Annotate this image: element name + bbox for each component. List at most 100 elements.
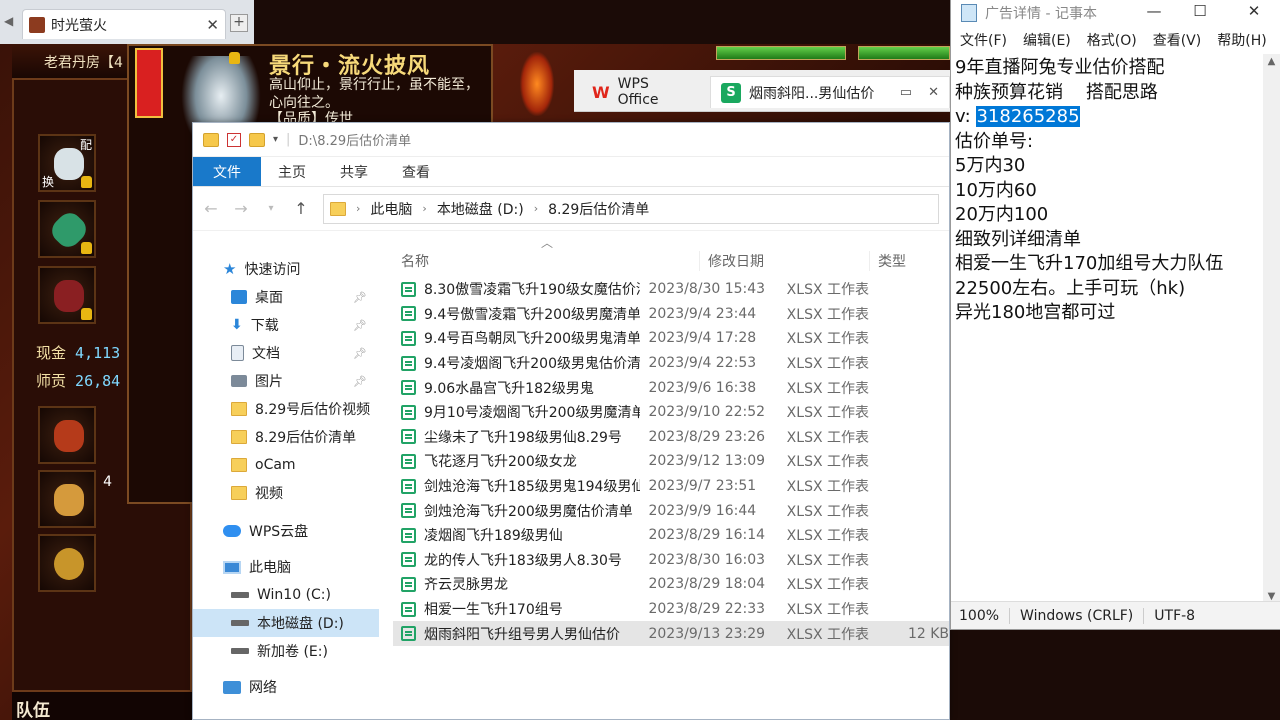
tab-close-icon[interactable]: ✕ [206, 16, 219, 34]
file-row[interactable]: 尘缘未了飞升198级男仙8.29号 2023/8/29 23:26 XLSX 工作表 [393, 425, 949, 450]
nav-item-pictures[interactable]: 图片 📌︎ [193, 367, 379, 395]
menu-edit[interactable]: 编辑(E) [1023, 30, 1071, 50]
file-row[interactable]: 剑烛沧海飞升185级男鬼194级男仙估价... 2023/9/7 23:51 XLS… [393, 474, 949, 499]
nav-item-quick-access[interactable]: ★ 快速访问 [193, 255, 379, 283]
ribbon-tab-share[interactable]: 共享 [323, 157, 385, 186]
file-row[interactable]: 飞花逐月飞升200级女龙 2023/9/12 13:09 XLSX 工作表 [393, 449, 949, 474]
file-row[interactable]: 烟雨斜阳飞升组号男人男仙估价 2023/9/13 23:29 XLSX 工作表 12 … [393, 621, 949, 646]
bag-slot[interactable] [38, 534, 96, 592]
nav-label: 8.29号后估价视频 [255, 402, 371, 418]
file-row[interactable]: 龙的传人飞升183级男人8.30号 2023/8/30 16:03 XLSX 工作表 [393, 548, 949, 573]
nav-item-drive-d[interactable]: 本地磁盘 (D:) [193, 609, 379, 637]
nav-item-folder[interactable]: 8.29号后估价视频 [193, 395, 379, 423]
column-header-date[interactable]: 修改日期 [699, 251, 869, 271]
breadcrumb-item[interactable]: 此电脑 [370, 199, 412, 219]
nav-item-documents[interactable]: 文档 📌︎ [193, 339, 379, 367]
new-tab-button[interactable]: + [230, 14, 248, 32]
pin-icon[interactable]: 📌︎ [353, 319, 367, 332]
back-arrow-icon[interactable]: ← [203, 199, 219, 218]
ribbon-tab-home[interactable]: 主页 [261, 157, 323, 186]
drive-icon [231, 620, 249, 626]
scroll-up-icon[interactable]: ▲ [1263, 56, 1280, 67]
column-header-type[interactable]: 类型 [869, 251, 949, 271]
nav-item-network[interactable]: 网络 [193, 673, 379, 701]
queue-button[interactable]: 队伍 [12, 690, 192, 720]
xlsx-file-icon [401, 404, 416, 420]
file-row[interactable]: 凌烟阁飞升189级男仙 2023/8/29 16:14 XLSX 工作表 [393, 523, 949, 548]
nav-item-downloads[interactable]: ⬇ 下载 📌︎ [193, 311, 379, 339]
restore-icon[interactable]: ▭ [900, 85, 912, 100]
file-row[interactable]: 相爱一生飞升170组号 2023/8/29 22:33 XLSX 工作表 [393, 597, 949, 622]
pin-icon[interactable]: 📌︎ [353, 347, 367, 360]
text-line: 5万内30 [955, 155, 1026, 176]
file-row[interactable]: 剑烛沧海飞升200级男魔估价清单 2023/9/9 16:44 XLSX 工作表 [393, 498, 949, 523]
stat-master-value: 26,84 [75, 372, 121, 390]
vertical-scrollbar[interactable]: ▲ ▼ [1263, 54, 1280, 604]
menu-format[interactable]: 格式(O) [1087, 30, 1137, 50]
address-bar[interactable]: › 此电脑 › 本地磁盘 (D:) › 8.29后估价清单 [323, 193, 939, 224]
nav-label: 新加卷 (E:) [257, 644, 328, 660]
ribbon-tab-view[interactable]: 查看 [385, 157, 447, 186]
equip-slot[interactable] [38, 266, 96, 324]
file-row[interactable]: 9.06水晶宫飞升182级男鬼 2023/9/6 16:38 XLSX 工作表 [393, 375, 949, 400]
menu-view[interactable]: 查看(V) [1153, 30, 1202, 50]
file-name-cell: 飞花逐月飞升200级女龙 [393, 451, 640, 471]
browser-tab-game[interactable]: 时光萤火 ✕ [22, 9, 226, 39]
wps-doc-tab[interactable]: S 烟雨斜阳...男仙估价 ▭ ✕ [710, 76, 950, 108]
pin-icon[interactable]: 📌︎ [353, 291, 367, 304]
file-list: ︿ 名称 修改日期 类型 8.30傲雪凌霜飞升190级女魔估价清单 2023/8/… [393, 233, 949, 719]
column-header-name[interactable]: 名称 [393, 251, 699, 271]
new-folder-icon[interactable] [249, 132, 265, 147]
file-row[interactable]: 9月10号凌烟阁飞升200级男魔清单 2023/9/10 22:52 XLSX 工作… [393, 400, 949, 425]
file-size: 12 KB [907, 625, 949, 642]
bag-slot[interactable]: 4 [38, 470, 112, 528]
minimize-icon[interactable]: — [1131, 2, 1177, 20]
file-type: XLSX 工作表 [786, 479, 869, 496]
close-icon[interactable]: ✕ [1231, 2, 1277, 20]
up-arrow-icon[interactable]: ↑ [293, 199, 309, 218]
file-row[interactable]: 9.4号百鸟朝凤飞升200级男鬼清单 2023/9/4 17:28 XLSX 工作表 [393, 326, 949, 351]
bag-slot[interactable] [38, 406, 96, 464]
file-date: 2023/8/30 15:43 [648, 281, 766, 298]
file-name-cell: 尘缘未了飞升198级男仙8.29号 [393, 427, 640, 447]
file-type: XLSX 工作表 [786, 282, 869, 299]
maximize-icon[interactable]: ☐ [1177, 2, 1223, 20]
folder-icon [231, 402, 247, 416]
tab-scroll-left-icon[interactable]: ◀ [4, 14, 18, 32]
nav-item-drive-e[interactable]: 新加卷 (E:) [193, 637, 379, 665]
forward-arrow-icon[interactable]: → [233, 199, 249, 218]
nav-item-folder[interactable]: oCam [193, 451, 379, 479]
pin-icon[interactable]: 📌︎ [353, 375, 367, 388]
quick-access-dropdown-icon[interactable]: ▾ [273, 134, 278, 145]
equip-slot[interactable]: 配 换 [38, 134, 96, 192]
selected-text: 318265285 [976, 106, 1080, 127]
nav-item-wps-cloud[interactable]: WPS云盘 [193, 517, 379, 545]
nav-item-desktop[interactable]: 桌面 📌︎ [193, 283, 379, 311]
breadcrumb-item[interactable]: 8.29后估价清单 [548, 199, 649, 219]
nav-item-folder[interactable]: 8.29后估价清单 [193, 423, 379, 451]
recent-dropdown-icon[interactable]: ▾ [263, 203, 279, 214]
menu-help[interactable]: 帮助(H) [1217, 30, 1266, 50]
file-name-cell: 9.4号傲雪凌霜飞升200级男魔清单 [393, 304, 640, 324]
menu-file[interactable]: 文件(F) [960, 30, 1007, 50]
nav-item-folder[interactable]: 视频 [193, 479, 379, 507]
ribbon-tab-file[interactable]: 文件 [193, 157, 261, 186]
file-row[interactable]: 9.4号凌烟阁飞升200级男鬼估价清单 2023/9/4 22:53 XLSX 工作… [393, 351, 949, 376]
equip-slot[interactable] [38, 200, 96, 258]
nav-item-this-pc[interactable]: 此电脑 [193, 553, 379, 581]
text-line: 9年直播阿兔专业估价搭配 [955, 57, 1165, 78]
nav-label: 下载 [250, 318, 279, 334]
nav-item-drive-c[interactable]: Win10 (C:) [193, 581, 379, 609]
close-icon[interactable]: ✕ [928, 85, 939, 100]
document-icon [231, 345, 244, 361]
desktop-icon [231, 290, 247, 304]
column-headers: ︿ 名称 修改日期 类型 [393, 233, 949, 277]
properties-icon[interactable]: ✓ [227, 132, 241, 147]
notepad-text-area[interactable]: 9年直播阿兔专业估价搭配 种族预算花销 搭配思路 v: 318265285 估价单号:… [951, 54, 1263, 604]
breadcrumb-item[interactable]: 本地磁盘 (D:) [437, 199, 524, 219]
xlsx-file-icon [401, 576, 416, 592]
file-row[interactable]: 齐云灵脉男龙 2023/8/29 18:04 XLSX 工作表 [393, 572, 949, 597]
file-row[interactable]: 9.4号傲雪凌霜飞升200级男魔清单 2023/9/4 23:44 XLSX 工作表 [393, 302, 949, 327]
wps-home-tab[interactable]: W WPS Office [582, 76, 702, 108]
file-row[interactable]: 8.30傲雪凌霜飞升190级女魔估价清单 2023/8/30 15:43 XLSX … [393, 277, 949, 302]
